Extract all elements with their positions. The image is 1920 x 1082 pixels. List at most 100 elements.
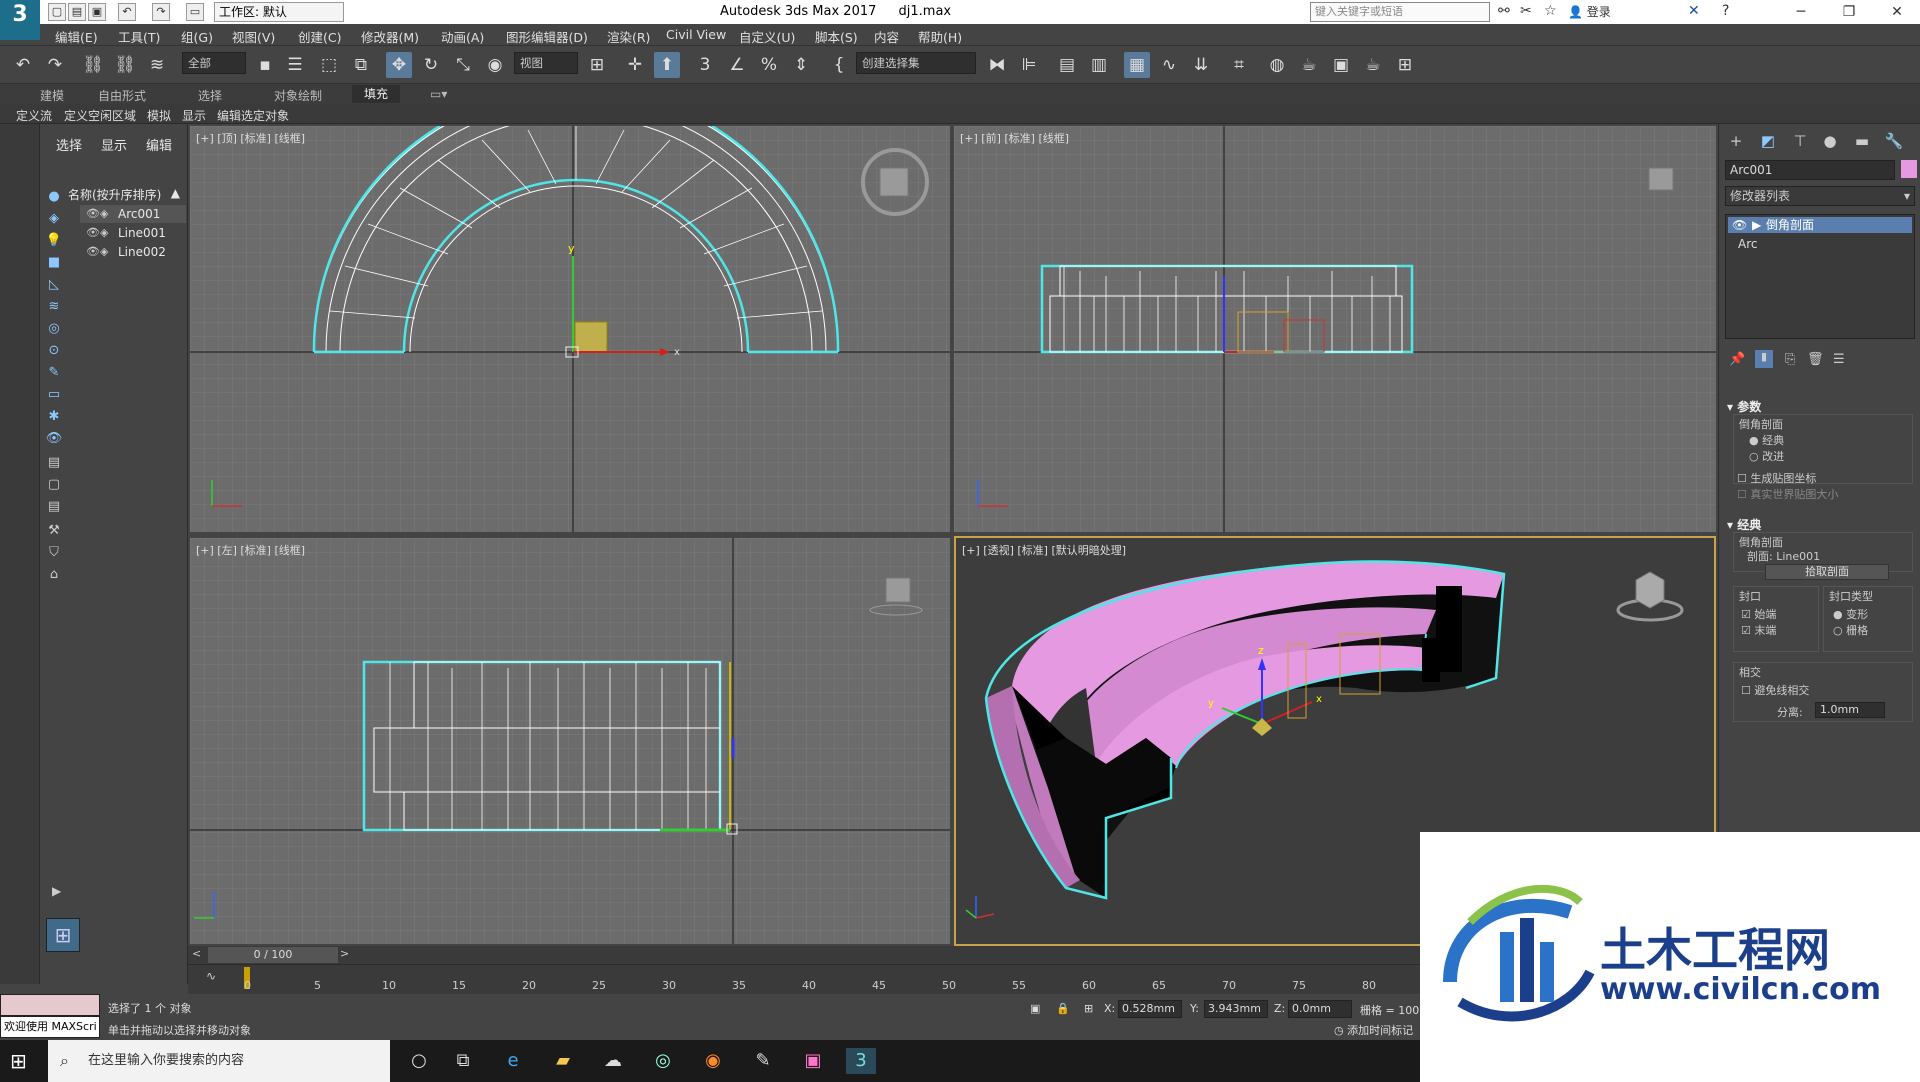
display-groups-icon[interactable]: ◎ [45,320,63,338]
open-file-icon[interactable]: ▤ [68,3,86,21]
rect-selection-icon[interactable]: ⬚ [316,52,342,78]
snaps-toggle-icon[interactable]: 3 [692,52,718,78]
z-coord-field[interactable]: 0.0mm [1288,1000,1352,1018]
display-containers-icon[interactable]: ▭ [45,386,63,404]
rendered-frame-icon[interactable]: ▣ [1328,52,1354,78]
expand-arrow-icon[interactable]: ▶ [52,884,61,898]
render-production-icon[interactable]: ☕ [1360,52,1386,78]
x-coord-field[interactable]: 0.528mm [1118,1000,1182,1018]
menu-rendering[interactable]: 渲染(R) [607,27,650,46]
add-time-tag-button[interactable]: ◷ 添加时间标记 [1334,1022,1413,1038]
menu-group[interactable]: 组(G) [181,27,213,46]
curve-editor-icon[interactable]: ∿ [1156,52,1182,78]
improved-radio[interactable]: ○ 改进 [1749,448,1784,464]
display-shapes-icon[interactable]: ◈ [45,210,63,228]
menu-graph-editors[interactable]: 图形编辑器(D) [506,27,588,46]
modify-tab-icon[interactable]: ◩ [1757,130,1779,152]
task-view-icon[interactable]: ⧉ [448,1048,478,1074]
menu-tools[interactable]: 工具(T) [118,27,160,46]
select-by-name-icon[interactable]: ☰ [282,52,308,78]
stack-item-arc[interactable]: Arc [1738,237,1757,251]
reference-coord-dropdown[interactable]: 视图 [514,52,578,74]
binoculars-icon[interactable]: ⚯ [1498,3,1510,19]
scene-item-line002[interactable]: 👁 ◈ Line002 [80,243,186,261]
classic-rollout-title[interactable]: ▾ 经典 [1727,516,1761,533]
dope-sheet-icon[interactable]: ⇊ [1188,52,1214,78]
selection-filter-dropdown[interactable]: 全部 [182,52,246,74]
select-move-icon[interactable]: ✥ [386,52,412,78]
scene-folder-icon[interactable]: ⌂ [45,566,63,584]
ribbon-toggle-icon[interactable]: ▦ [1124,52,1150,78]
sort-arrow-icon[interactable]: ▲ [171,186,180,200]
separation-field[interactable]: 1.0mm [1815,702,1885,718]
menu-content[interactable]: 内容 [874,27,899,46]
curve-editor-mini-icon[interactable]: ∿ [206,969,216,983]
3dsmax-taskbar-icon[interactable]: 3 [846,1048,876,1074]
display-tab-icon[interactable]: ▬ [1851,130,1873,152]
ribbon-options-icon[interactable]: ▭▾ [430,87,447,101]
pin-stack-icon[interactable]: 📌 [1729,352,1745,367]
time-slider-knob[interactable]: 0 / 100 [208,947,338,963]
menu-edit[interactable]: 编辑(E) [55,27,98,46]
window-crossing-icon[interactable]: ⧉ [348,52,374,78]
render-cloud-icon[interactable]: ⊞ [1392,52,1418,78]
layer-explorer-icon[interactable]: ▤ [1054,52,1080,78]
search-input[interactable]: 键入关键字或短语 [1310,2,1490,22]
filter-icon[interactable]: ⛉ [45,544,63,562]
align-icon[interactable]: ⊫ [1016,52,1042,78]
workspace-dropdown[interactable]: 工作区: 默认 [214,2,344,22]
spinner-snap-icon[interactable]: ⇕ [788,52,814,78]
cap-start-checkbox[interactable]: ☑ 始端 [1741,606,1776,622]
close-button[interactable]: ✕ [1874,0,1920,24]
named-selection-dropdown[interactable]: 创建选择集 [856,52,976,74]
select-scale-icon[interactable]: ⤡ [450,52,476,78]
viewport-label-top[interactable]: [+] [顶] [标准] [线框] [196,130,305,146]
create-tab-icon[interactable]: + [1725,130,1747,152]
maxscript-listener[interactable] [0,994,100,1016]
gen-map-coords-checkbox[interactable]: ☐ 生成贴图坐标 [1737,470,1816,486]
show-end-result-icon[interactable]: ▮ [1755,350,1773,368]
tab-populate[interactable]: 填充 [352,85,401,103]
link-icon[interactable]: ⛓ [80,52,106,78]
tab-object-paint[interactable]: 对象绘制 [274,87,322,104]
y-coord-field[interactable]: 3.943mm [1204,1000,1268,1018]
make-unique-icon[interactable]: ⎘ [1785,352,1795,367]
absolute-mode-icon[interactable]: ⊞ [1084,1002,1093,1015]
windows-start-icon[interactable]: ⊞ [10,1049,27,1073]
undo-icon[interactable]: ↶ [10,52,36,78]
scene-tool-icon[interactable]: ⚒ [45,522,63,540]
redo-icon[interactable]: ↷ [42,52,68,78]
utilities-tab-icon[interactable]: 🔧 [1883,130,1905,152]
maximize-button[interactable]: ❐ [1826,0,1872,24]
menu-views[interactable]: 视图(V) [232,27,275,46]
lock-selection-icon[interactable]: 🔒 [1056,1002,1070,1015]
file-explorer-icon[interactable]: ▰ [548,1048,578,1074]
scene-explorer-icon[interactable]: ▥ [1086,52,1112,78]
login-button[interactable]: 👤 登录 [1568,3,1611,20]
eye-icon[interactable]: 👁 [1732,217,1747,233]
viewport-left[interactable]: [+] [左] [标准] [线框] [190,538,950,944]
mirror-icon[interactable]: ⧓ [984,52,1010,78]
select-place-icon[interactable]: ◉ [482,52,508,78]
stack-item-bevel-profile[interactable]: 👁 ▶ 倒角剖面 [1728,217,1912,233]
viewport-front[interactable]: [+] [前] [标准] [线框] [954,126,1716,532]
display-cameras-icon[interactable]: ■ [45,254,63,272]
pick-profile-button[interactable]: 拾取剖面 [1765,564,1889,580]
scene-doc-icon[interactable]: ▤ [45,498,63,516]
star-icon[interactable]: ☆ [1544,3,1557,19]
maxscript-output[interactable]: 欢迎使用 MAXScri [0,1016,100,1038]
viewport-label-front[interactable]: [+] [前] [标准] [线框] [960,130,1069,146]
hierarchy-tab-icon[interactable]: ⊤ [1789,130,1811,152]
render-setup-icon[interactable]: ☕ [1296,52,1322,78]
display-spacewarps-icon[interactable]: ≋ [45,298,63,316]
display-particles-icon[interactable]: ✱ [45,408,63,426]
firefox-icon[interactable]: ◉ [698,1048,728,1074]
select-object-icon[interactable]: ▪ [252,52,278,78]
object-color-swatch[interactable] [1901,160,1917,178]
scene-page-icon[interactable]: ▤ [45,454,63,472]
visibility-eye-icon[interactable]: 👁 [86,205,100,223]
morph-radio[interactable]: ● 变形 [1833,606,1868,622]
display-helpers-icon[interactable]: ◺ [45,276,63,294]
save-file-icon[interactable]: ▣ [88,3,106,21]
visibility-eye-icon[interactable]: 👁 [86,224,100,242]
